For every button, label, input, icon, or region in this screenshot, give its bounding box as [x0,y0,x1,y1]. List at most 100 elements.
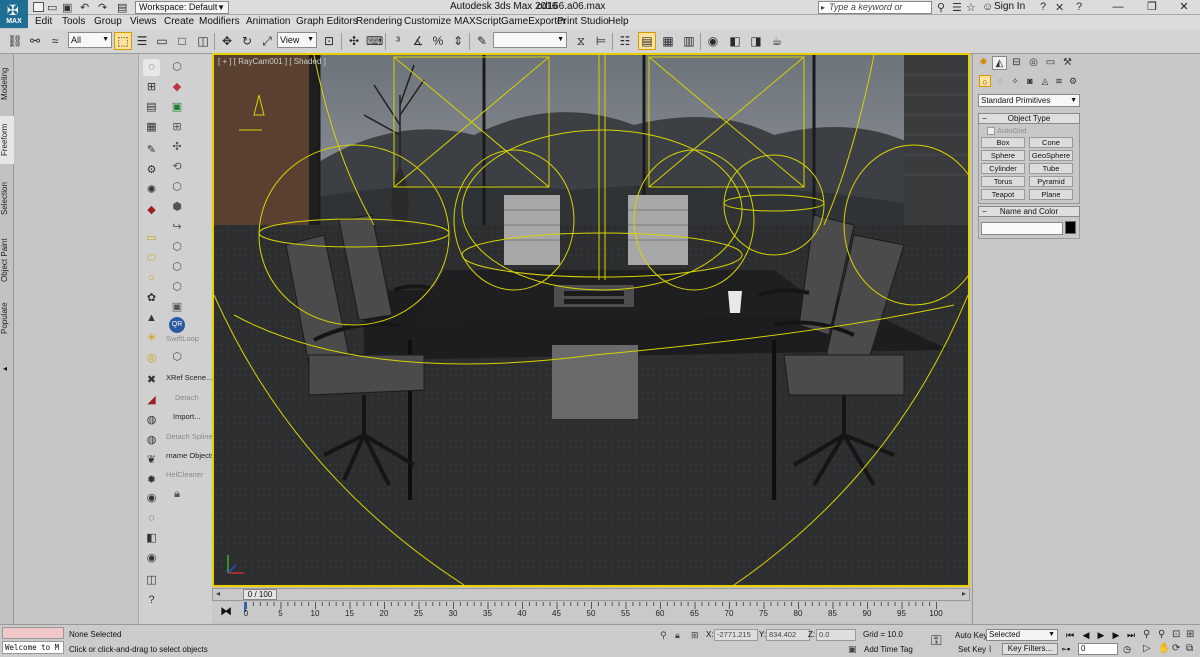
time-slider-thumb[interactable]: 0 / 100 [243,589,277,600]
layer-explorer-icon[interactable]: ☷ [616,32,634,50]
move-icon[interactable]: ✥ [218,32,236,50]
menu-group[interactable]: Group [94,16,122,27]
display-tab-icon[interactable]: ▭ [1043,56,1058,70]
exchange-icon[interactable]: ✕ [1055,1,1064,14]
keyboard-shortcut-icon[interactable]: ⌨ [365,32,383,50]
favorites-icon[interactable]: ☆ [966,1,976,14]
zoom-icon[interactable]: ⚲ [1143,629,1150,640]
align-icon[interactable]: ⊨ [592,32,610,50]
zoom-extents-all-icon[interactable]: ⊞ [1186,629,1194,640]
add-time-tag-button[interactable]: Add Time Tag [864,645,913,654]
palette-tool-b2-icon[interactable]: ◆ [169,79,185,95]
palette-tool-6-icon[interactable]: ⚙ [143,162,160,179]
region-selection-icon[interactable]: □ [173,32,191,50]
menu-help[interactable]: Help [608,16,629,27]
cone-button[interactable]: Cone [1029,137,1073,148]
tube-button[interactable]: Tube [1029,163,1073,174]
play-icon[interactable]: ▶ [1095,629,1107,641]
absolute-mode-icon[interactable]: ⊞ [691,630,699,641]
tab-populate[interactable]: Populate [0,298,14,338]
create-tab-icon[interactable]: ✹ [976,56,991,70]
render-production-icon[interactable]: ☕ [768,32,786,50]
menu-maxscript[interactable]: MAXScript [454,16,501,27]
app-logo[interactable]: ✠ MAX [0,0,28,28]
menu-tools[interactable]: Tools [62,16,85,27]
time-tag-icon[interactable]: ▣ [848,644,857,655]
go-to-start-icon[interactable]: ⏮ [1064,629,1076,641]
time-next-icon[interactable]: ▸ [962,589,966,598]
palette-tool-25-icon[interactable]: ◉ [143,550,160,567]
palette-tool-b8-icon[interactable]: ⬢ [169,199,185,215]
palette-tool-13-icon[interactable]: ▲ [143,310,160,327]
shapes-icon[interactable]: ◌ [994,75,1006,87]
detach-splines-button[interactable]: Detach Spline [166,432,213,441]
palette-tool-17-icon[interactable]: ◢ [143,392,160,409]
box-button[interactable]: Box [981,137,1025,148]
palette-tool-b15-icon[interactable]: ⬡ [169,349,185,365]
palette-tool-16-icon[interactable]: ✖ [143,372,160,389]
palette-tool-12-icon[interactable]: ✿ [143,290,160,307]
object-name-input[interactable] [981,222,1063,235]
edit-named-selection-icon[interactable]: ✎ [473,32,491,50]
sun-icon[interactable]: ☀ [143,330,160,347]
pyramid-button[interactable]: Pyramid [1029,176,1073,187]
user-icon[interactable]: ☺ [982,1,993,13]
auto-key-button[interactable]: Auto Key [955,631,987,640]
palette-tool-15-icon[interactable]: ◎ [143,350,160,367]
menu-graph-editors[interactable]: Graph Editors [296,16,358,27]
palette-tool-b11-icon[interactable]: ⬡ [169,259,185,275]
binoculars-icon[interactable]: ⚲ [937,1,945,14]
camera-viewport[interactable]: [ + ] [ RayCam001 ] [ Shaded ] [212,53,970,587]
tab-modeling[interactable]: Modeling [0,60,14,108]
object-type-rollout[interactable]: − Object Type [978,113,1080,124]
mini-curve-editor-icon[interactable]: ⧓ [220,604,232,618]
palette-tool-b3-icon[interactable]: ▣ [169,99,185,115]
category-dropdown[interactable]: Standard Primitives ▼ [978,94,1080,107]
palette-tool-10-icon[interactable]: ⬭ [143,250,160,267]
helpers-icon[interactable]: ◬ [1039,75,1051,87]
select-by-name-icon[interactable]: ☰ [133,32,151,50]
palette-tool-26-icon[interactable]: ◫ [143,572,160,589]
time-slider[interactable]: ◂ 0 / 100 ▸ [212,588,970,601]
current-frame-field[interactable]: 0 [1078,643,1118,655]
selection-filter-dropdown[interactable]: All ▼ [68,32,112,48]
curve-editor-icon[interactable]: ▦ [659,32,677,50]
help-circle-icon[interactable]: ? [143,592,160,609]
menu-print-studio[interactable]: Print Studio [557,16,609,27]
scale-icon[interactable]: ⤢ [258,32,276,50]
default-tangents-icon[interactable]: ⌇ [988,644,992,655]
rename-objects-button[interactable]: rname Objects [166,451,215,460]
project-folder-icon[interactable]: ▤ [117,1,127,14]
modify-tab-icon[interactable]: ◭ [992,56,1007,70]
palette-tool-11-icon[interactable]: ○ [143,270,160,287]
detach-button[interactable]: Detach [175,393,199,402]
time-prev-icon[interactable]: ◂ [216,589,220,598]
tab-selection[interactable]: Selection [0,174,14,224]
selection-lock-icon[interactable]: 🔒︎ [675,630,680,641]
maxscript-output[interactable]: Welcome to M [2,641,64,654]
material-editor-icon[interactable]: ◉ [704,32,722,50]
teapot-button[interactable]: Teapot [981,189,1025,200]
restore-icon[interactable]: ❐ [1136,0,1168,15]
palette-tool-24-icon[interactable]: ◧ [143,530,160,547]
cylinder-button[interactable]: Cylinder [981,163,1025,174]
field-of-view-icon[interactable]: ▷ [1143,643,1151,654]
sphere-button[interactable]: Sphere [981,150,1025,161]
render-setup-icon[interactable]: ◧ [726,32,744,50]
palette-tool-9-icon[interactable]: ▭ [143,230,160,247]
rectangular-selection-icon[interactable]: ▭ [153,32,171,50]
named-selection-dropdown[interactable]: ▼ [493,32,567,48]
open-file-icon[interactable]: ▭ [47,1,57,14]
palette-tool-20-icon[interactable]: ❦ [143,452,160,469]
redo-icon[interactable]: ↷ [98,1,107,14]
palette-tool-b5-icon[interactable]: ✣ [169,139,185,155]
y-coordinate-field[interactable]: 834.402 [766,629,810,641]
minimize-icon[interactable]: — [1102,0,1134,15]
palette-tool-22-icon[interactable]: ◉ [143,490,160,507]
palette-tool-b9-icon[interactable]: ↪ [169,219,185,235]
key-set-dropdown[interactable]: Selected ▼ [986,629,1058,641]
help-dropdown-icon[interactable]: ? [1076,1,1082,13]
menu-create[interactable]: Create [164,16,194,27]
systems-icon[interactable]: ⚙ [1067,75,1079,87]
palette-tool-b12-icon[interactable]: ⬡ [169,279,185,295]
